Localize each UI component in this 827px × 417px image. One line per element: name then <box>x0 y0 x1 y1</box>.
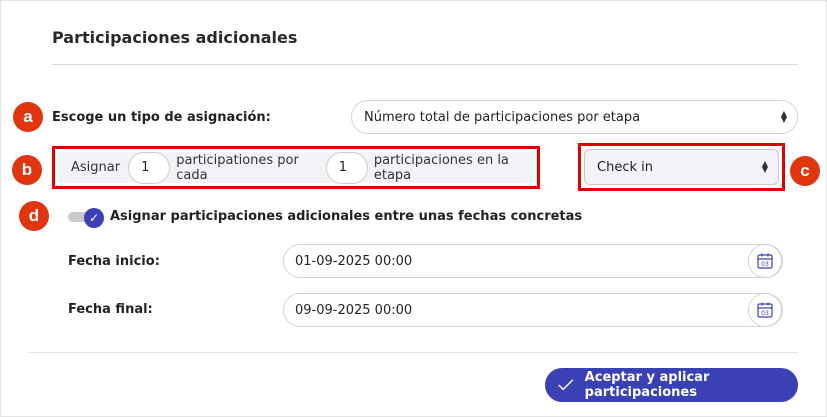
assign-suffix: participaciones en la etapa <box>373 152 509 183</box>
date-range-toggle-label: Asignar participaciones adicionales entr… <box>110 209 583 224</box>
checkin-highlight: Check in ▲ ▼ <box>578 143 785 191</box>
assign-prefix: Asignar <box>71 160 121 175</box>
calendar-icon: 03 <box>757 253 773 269</box>
checkin-value: Check in <box>597 159 653 175</box>
stage-participations-value: 1 <box>338 160 347 175</box>
assignment-type-value: Número total de participaciones por etap… <box>364 109 641 125</box>
end-date-input[interactable]: 09-09-2025 00:00 03 <box>283 293 783 327</box>
section-title: Participaciones adicionales <box>52 28 298 47</box>
divider <box>52 64 798 65</box>
accept-apply-label: Aceptar y aplicar participaciones <box>584 370 710 400</box>
select-arrows-icon: ▲ ▼ <box>761 159 768 174</box>
badge-c: c <box>790 156 820 186</box>
start-date-label: Fecha inicio: <box>68 254 160 269</box>
accept-apply-button[interactable]: Aceptar y aplicar participaciones <box>545 368 798 402</box>
badge-d: d <box>19 201 49 231</box>
svg-text:03: 03 <box>761 310 769 317</box>
svg-text:03: 03 <box>761 261 769 268</box>
select-arrows-icon: ▲ ▼ <box>780 109 787 124</box>
end-date-calendar-button[interactable]: 03 <box>748 293 782 327</box>
assign-middle-text: participationes por cada <box>176 152 299 183</box>
footer-divider <box>28 352 798 353</box>
participations-value: 1 <box>141 160 150 175</box>
participations-input[interactable]: 1 <box>128 151 171 184</box>
assign-row-highlight: Asignar 1 participationes por cada 1 par… <box>52 146 540 189</box>
badge-b: b <box>12 155 42 185</box>
assignment-type-select[interactable]: Número total de participaciones por etap… <box>351 100 798 134</box>
calendar-icon: 03 <box>757 302 773 318</box>
badge-a: a <box>13 102 43 132</box>
start-date-value: 01-09-2025 00:00 <box>295 253 413 269</box>
date-range-toggle[interactable]: ✓ <box>68 208 106 228</box>
check-icon: ✓ <box>84 208 104 228</box>
stage-participations-input[interactable]: 1 <box>325 151 368 184</box>
end-date-label: Fecha final: <box>68 302 153 317</box>
assign-row: Asignar 1 participationes por cada 1 par… <box>58 151 534 184</box>
start-date-calendar-button[interactable]: 03 <box>748 244 782 278</box>
start-date-input[interactable]: 01-09-2025 00:00 03 <box>283 244 783 278</box>
assignment-type-label: Escoge un tipo de asignación: <box>52 110 271 125</box>
checkin-select[interactable]: Check in ▲ ▼ <box>584 149 779 185</box>
end-date-value: 09-09-2025 00:00 <box>295 302 413 318</box>
check-icon <box>558 379 574 391</box>
